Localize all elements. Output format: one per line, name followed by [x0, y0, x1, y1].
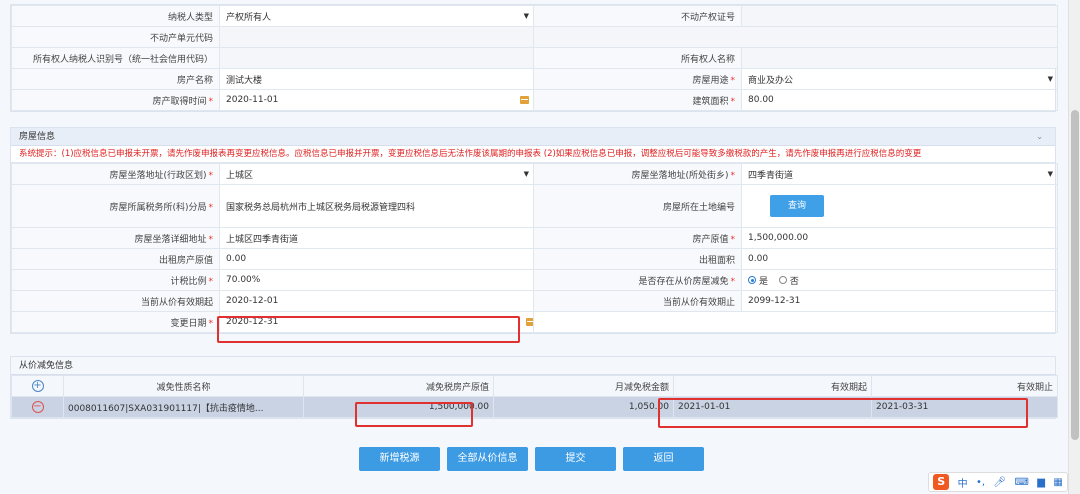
col-header-name: 减免性质名称	[63, 375, 304, 397]
action-bar: 新增税源 全部从价信息 提交 返回	[0, 447, 1080, 471]
house-info-panel: 房屋信息 ⌄ 系统提示：(1)应税信息已申报未开票，请先作废申报表再变更应税信息…	[10, 127, 1058, 334]
land-no-cell: 查询	[741, 184, 1058, 228]
col-header-start: 有效期起	[673, 375, 872, 397]
scrollbar-thumb[interactable]	[1071, 110, 1079, 440]
owner-name-field[interactable]	[741, 47, 1058, 69]
unit-code-label: 不动产单元代码	[11, 26, 220, 48]
original-value-label: 房产原值 *	[533, 227, 742, 249]
taxpayer-type-label: 纳税人类型	[11, 5, 220, 27]
property-cert-field[interactable]	[741, 5, 1058, 27]
acquire-date-field[interactable]: 2020-11-01	[219, 89, 534, 111]
street-label: 房屋坐落地址(所处街乡) *	[533, 163, 742, 185]
system-notice: 系统提示：(1)应税信息已申报未开票，请先作废申报表再变更应税信息。应税信息已申…	[11, 146, 1055, 163]
sogou-logo-icon[interactable]: S	[933, 474, 950, 490]
unit-code-field[interactable]	[219, 26, 534, 48]
all-info-button[interactable]: 全部从价信息	[447, 447, 528, 471]
address-label: 房屋坐落详细地址 *	[11, 227, 220, 249]
dropdown-arrow-icon: ▼	[1047, 75, 1053, 83]
original-value-field[interactable]: 1,500,000.00	[741, 227, 1058, 249]
address-field[interactable]: 上城区四季青街道	[219, 227, 534, 249]
valid-start-field: 2020-12-01	[219, 290, 534, 312]
owner-id-label: 所有权人纳税人识别号（统一社会信用代码）	[11, 47, 220, 69]
district-label: 房屋坐落地址(行政区划) *	[11, 163, 220, 185]
relief-end-cell[interactable]: 2021-03-31	[871, 396, 1058, 418]
reduction-yes-label: 是	[759, 276, 769, 287]
dropdown-arrow-icon: ▼	[523, 12, 529, 20]
owner-name-label: 所有权人名称	[533, 47, 742, 69]
keyboard-icon[interactable]: ⌨	[1014, 477, 1028, 488]
change-date-label: 变更日期 *	[11, 311, 220, 333]
relief-table: + 减免性质名称 减免税房产原值 月减免税金额 有效期起 有效期止 − 0008…	[11, 375, 1058, 418]
tax-office-field: 国家税务总局杭州市上城区税务局税源管理四科	[219, 184, 534, 228]
col-header-monthly: 月减免税金额	[493, 375, 674, 397]
ime-punct-indicator[interactable]: •,	[976, 477, 985, 488]
property-use-label: 房屋用途 *	[533, 68, 742, 90]
taxpayer-form: 纳税人类型 产权所有人 ▼ 不动产权证号 不动产单元代码 所有权人纳税人识别号（统…	[11, 5, 1058, 111]
house-info-title: 房屋信息	[19, 132, 56, 142]
calendar-icon[interactable]	[526, 318, 533, 326]
taxpayer-form-panel: 纳税人类型 产权所有人 ▼ 不动产权证号 不动产单元代码 所有权人纳税人识别号（统…	[10, 4, 1058, 112]
remove-row-cell: −	[11, 396, 64, 418]
relief-original-cell[interactable]: 1,500,000.00	[303, 396, 494, 418]
house-info-form: 房屋坐落地址(行政区划) * 上城区 ▼ 房屋坐落地址(所处街乡) * 四季青街道 ▼ …	[11, 163, 1058, 333]
building-area-field[interactable]: 80.00	[741, 89, 1058, 111]
blank-cell	[533, 311, 1058, 333]
valid-start-label: 当前从价有效期起	[11, 290, 220, 312]
relief-title: 从价减免信息	[19, 361, 74, 371]
dropdown-arrow-icon: ▼	[1047, 170, 1053, 178]
calendar-icon[interactable]	[520, 96, 529, 104]
add-source-button[interactable]: 新增税源	[359, 447, 440, 471]
add-row-icon[interactable]: +	[31, 380, 44, 392]
valid-end-field: 2099-12-31	[741, 290, 1058, 312]
street-select[interactable]: 四季青街道 ▼	[741, 163, 1058, 185]
building-area-label: 建筑面积 *	[533, 89, 742, 111]
col-header-end: 有效期止	[871, 375, 1058, 397]
tax-ratio-label: 计税比例 *	[11, 269, 220, 291]
relief-monthly-cell[interactable]: 1,050.00	[493, 396, 674, 418]
house-info-header[interactable]: 房屋信息 ⌄	[11, 128, 1055, 146]
collapse-chevron-icon[interactable]: ⌄	[1036, 128, 1043, 146]
relief-panel: 从价减免信息 + 减免性质名称 减免税房产原值 月减免税金额 有效期起 有效期止…	[10, 356, 1058, 419]
owner-id-field[interactable]	[219, 47, 534, 69]
remove-row-icon[interactable]: −	[31, 401, 44, 413]
property-use-select[interactable]: 商业及办公 ▼	[741, 68, 1058, 90]
ime-lang-indicator[interactable]: 中	[958, 475, 968, 490]
rent-original-field[interactable]: 0.00	[219, 248, 534, 270]
tax-office-label: 房屋所属税务所(科)分局 *	[11, 184, 220, 228]
toolbox-icon[interactable]: ▦	[1053, 477, 1062, 488]
rent-area-label: 出租面积	[533, 248, 742, 270]
change-date-field[interactable]: 2020-12-31	[219, 311, 534, 333]
rent-original-label: 出租房产原值	[11, 248, 220, 270]
property-name-field[interactable]: 测试大楼	[219, 68, 534, 90]
add-row-cell: +	[11, 375, 64, 397]
district-select[interactable]: 上城区 ▼	[219, 163, 534, 185]
relief-start-cell[interactable]: 2021-01-01	[673, 396, 872, 418]
query-button[interactable]: 查询	[770, 195, 824, 217]
page-scrollbar[interactable]	[1068, 0, 1080, 494]
col-header-original: 减免税房产原值	[303, 375, 494, 397]
reduction-radio-group: 是 否	[741, 269, 1058, 291]
reduction-label: 是否存在从价房屋减免 *	[533, 269, 742, 291]
rent-area-field[interactable]: 0.00	[741, 248, 1058, 270]
taxpayer-type-select[interactable]: 产权所有人 ▼	[219, 5, 534, 27]
relief-header: 从价减免信息	[11, 357, 1055, 375]
table-row[interactable]: − 0008011607|SXA031901117|【抗击疫情地... 1,50…	[11, 396, 1058, 418]
acquire-date-label: 房产取得时间 *	[11, 89, 220, 111]
property-name-label: 房产名称	[11, 68, 220, 90]
relief-name-cell[interactable]: 0008011607|SXA031901117|【抗击疫情地...	[63, 396, 304, 418]
reduction-no-radio[interactable]	[778, 276, 787, 284]
reduction-yes-radio[interactable]	[748, 276, 756, 284]
tax-ratio-field[interactable]: 70.00%	[219, 269, 534, 291]
valid-end-label: 当前从价有效期止	[533, 290, 742, 312]
microphone-icon[interactable]: 🎤︎	[993, 477, 1006, 488]
skin-icon[interactable]: ▆	[1037, 477, 1045, 488]
land-no-label: 房屋所在土地编号	[533, 184, 742, 228]
dropdown-arrow-icon: ▼	[523, 170, 529, 178]
back-button[interactable]: 返回	[623, 447, 704, 471]
ime-toolbar: S 中 •, 🎤︎ ⌨ ▆ ▦	[928, 472, 1068, 492]
submit-button[interactable]: 提交	[535, 447, 616, 471]
property-cert-label: 不动产权证号	[533, 5, 742, 27]
reduction-no-label: 否	[789, 276, 799, 287]
blank-cell	[533, 26, 1058, 48]
